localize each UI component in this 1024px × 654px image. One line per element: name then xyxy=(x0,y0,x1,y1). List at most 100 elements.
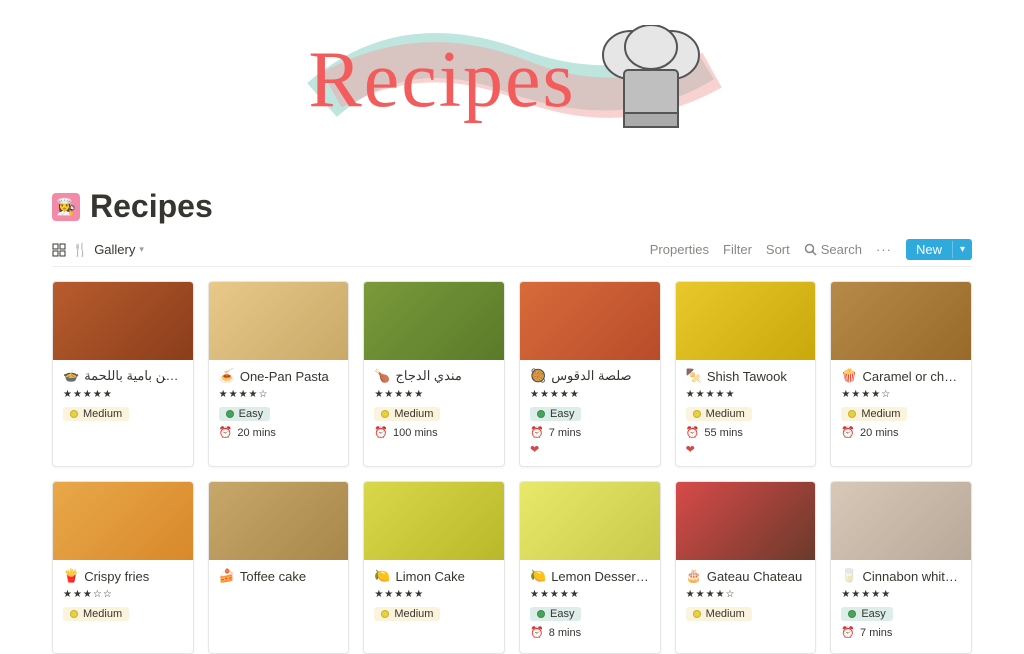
recipe-title-row: 🍲 طاجن بامية باللحمة xyxy=(63,368,183,384)
recipe-thumbnail xyxy=(209,282,349,360)
recipe-title: صلصة الدقوس xyxy=(551,368,631,384)
recipe-title-row: 🍗مندي الدجاج xyxy=(374,368,494,384)
new-button-dropdown[interactable]: ▾ xyxy=(952,241,972,258)
recipe-title: طاجن بامية باللحمة xyxy=(84,368,182,384)
recipe-card[interactable]: 🍟Crispy fries★★★☆☆Medium xyxy=(52,481,194,654)
difficulty-label: Medium xyxy=(394,408,433,420)
recipe-card[interactable]: 🍝One-Pan Pasta★★★★☆Easy⏰20 mins xyxy=(208,281,350,467)
difficulty-dot-icon xyxy=(70,610,78,618)
card-body: 🍗مندي الدجاج ★★★★★ Medium ⏰100 mins xyxy=(364,360,504,453)
chevron-down-icon: ▾ xyxy=(139,244,144,255)
recipe-title: Cinnabon white sauce xyxy=(863,569,961,584)
recipe-emoji-icon: 🥛 xyxy=(841,568,857,584)
difficulty-label: Easy xyxy=(550,608,574,620)
recipe-title: Crispy fries xyxy=(84,569,149,584)
rating-stars: ★★★★★ xyxy=(374,389,494,400)
recipe-title-row: 🥘صلصة الدقوس xyxy=(530,368,650,384)
card-body: 🍢Shish Tawook★★★★★Medium⏰55 mins❤ xyxy=(676,360,816,466)
page-icon[interactable]: 👩‍🍳 xyxy=(52,193,80,221)
favorite-heart-icon: ❤ xyxy=(686,443,806,456)
recipe-title-row: 🍢Shish Tawook xyxy=(686,368,806,384)
recipe-title: Shish Tawook xyxy=(707,369,787,384)
recipe-title: Caramel or cheese p… xyxy=(863,369,961,384)
difficulty-badge: Medium xyxy=(63,407,129,421)
more-button[interactable]: ··· xyxy=(876,242,892,257)
recipe-card[interactable]: 🥘صلصة الدقوس★★★★★Easy⏰7 mins❤ xyxy=(519,281,661,467)
recipe-card[interactable]: 🎂Gateau Chateau★★★★☆Medium xyxy=(675,481,817,654)
rating-stars: ★★★★★ xyxy=(63,389,183,400)
chef-hat-icon xyxy=(586,25,716,135)
clock-icon: ⏰ xyxy=(530,426,544,439)
recipe-emoji-icon: 🍋 xyxy=(530,568,546,584)
recipe-thumbnail xyxy=(520,282,660,360)
recipe-title-row: 🍟Crispy fries xyxy=(63,568,183,584)
recipe-card[interactable]: 🥛Cinnabon white sauce★★★★★Easy⏰7 mins xyxy=(830,481,972,654)
difficulty-label: Easy xyxy=(550,408,574,420)
time-row: ⏰7 mins xyxy=(530,426,650,439)
difficulty-dot-icon xyxy=(226,410,234,418)
clock-icon: ⏰ xyxy=(530,626,544,639)
view-label: Gallery xyxy=(94,242,135,257)
search-button[interactable]: Search xyxy=(804,242,862,257)
recipe-thumbnail xyxy=(831,282,971,360)
difficulty-badge: Medium xyxy=(374,607,440,621)
difficulty-label: Medium xyxy=(83,408,122,420)
recipe-thumbnail xyxy=(831,482,971,560)
card-body: 🍋Limon Cake★★★★★Medium xyxy=(364,560,504,636)
card-body: 🍰Toffee cake xyxy=(209,560,349,599)
new-button-main[interactable]: New xyxy=(906,239,952,260)
recipe-card[interactable]: 🍿Caramel or cheese p…★★★★☆Medium⏰20 mins xyxy=(830,281,972,467)
recipe-emoji-icon: 🎂 xyxy=(686,568,702,584)
difficulty-label: Medium xyxy=(394,608,433,620)
card-body: 🍲 طاجن بامية باللحمة ★★★★★ Medium xyxy=(53,360,193,436)
recipe-card[interactable]: 🍢Shish Tawook★★★★★Medium⏰55 mins❤ xyxy=(675,281,817,467)
properties-button[interactable]: Properties xyxy=(650,242,709,257)
time-row: ⏰7 mins xyxy=(841,626,961,639)
view-selector[interactable]: Gallery ▾ xyxy=(94,242,144,257)
time-row: ⏰55 mins xyxy=(686,426,806,439)
favorite-heart-icon: ❤ xyxy=(530,443,650,456)
gallery-layout-icon xyxy=(52,243,66,257)
difficulty-badge: Easy xyxy=(530,407,581,421)
recipe-title: Toffee cake xyxy=(240,569,306,584)
time-row: ⏰100 mins xyxy=(374,426,494,439)
difficulty-badge: Easy xyxy=(219,407,270,421)
clock-icon: ⏰ xyxy=(219,426,233,439)
recipe-card[interactable]: 🍋 Lemon Dessert Sauce ★★★★★ Easy ⏰ 8 mins xyxy=(519,481,661,654)
difficulty-dot-icon xyxy=(381,410,389,418)
rating-stars: ★★★★★ xyxy=(530,589,650,600)
view-emoji-icon: 🍴 xyxy=(72,242,88,258)
recipe-card[interactable]: 🍲 طاجن بامية باللحمة ★★★★★ Medium xyxy=(52,281,194,467)
difficulty-dot-icon xyxy=(537,410,545,418)
recipe-title: Lemon Dessert Sauce xyxy=(551,569,649,584)
recipe-title-row: 🍿Caramel or cheese p… xyxy=(841,368,961,384)
recipe-emoji-icon: 🍲 xyxy=(63,368,79,384)
card-body: 🎂Gateau Chateau★★★★☆Medium xyxy=(676,560,816,636)
time-value: 20 mins xyxy=(237,427,276,439)
recipe-card[interactable]: 🍰Toffee cake xyxy=(208,481,350,654)
difficulty-label: Easy xyxy=(239,408,263,420)
database-toolbar: 🍴 Gallery ▾ Properties Filter Sort Searc… xyxy=(52,239,972,267)
difficulty-dot-icon xyxy=(693,410,701,418)
time-value: 20 mins xyxy=(860,427,899,439)
sort-button[interactable]: Sort xyxy=(766,242,790,257)
recipe-emoji-icon: 🍗 xyxy=(374,368,390,384)
recipe-card[interactable]: 🍗مندي الدجاج ★★★★★ Medium ⏰100 mins xyxy=(363,281,505,467)
recipe-title-row: 🍋 Lemon Dessert Sauce xyxy=(530,568,650,584)
clock-icon: ⏰ xyxy=(841,426,855,439)
difficulty-label: Medium xyxy=(706,408,745,420)
filter-button[interactable]: Filter xyxy=(723,242,752,257)
new-button: New ▾ xyxy=(906,239,972,260)
difficulty-label: Easy xyxy=(861,608,885,620)
clock-icon: ⏰ xyxy=(374,426,388,439)
gallery-grid: 🍲طاجن بامية باللحمة★★★★★Medium🍝One-Pan P… xyxy=(52,281,972,654)
recipe-emoji-icon: 🍋 xyxy=(374,568,390,584)
recipe-emoji-icon: 🍝 xyxy=(219,368,235,384)
difficulty-dot-icon xyxy=(70,410,78,418)
recipe-card[interactable]: 🍋Limon Cake★★★★★Medium xyxy=(363,481,505,654)
difficulty-label: Medium xyxy=(83,608,122,620)
hero-title: Recipes xyxy=(308,35,575,126)
recipe-thumbnail xyxy=(53,282,193,360)
time-value: 55 mins xyxy=(704,427,743,439)
time-value: 8 mins xyxy=(549,627,581,639)
